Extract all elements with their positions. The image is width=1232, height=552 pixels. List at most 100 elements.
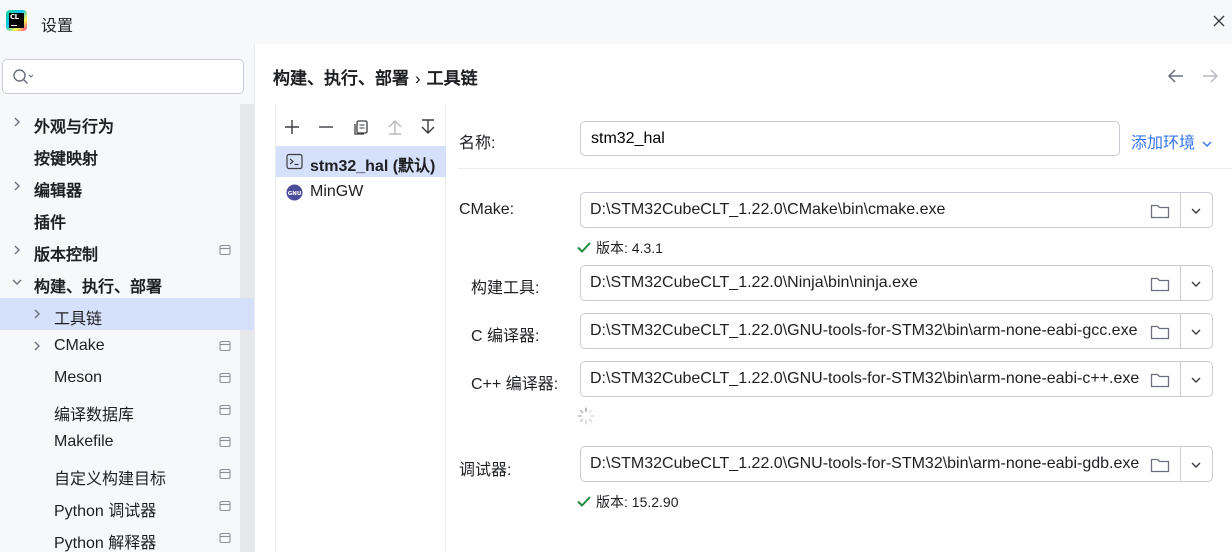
chevron-right-icon[interactable] (10, 115, 24, 129)
cpp-compiler-path-value: D:\STM32CubeCLT_1.22.0\GNU-tools-for-STM… (590, 370, 1140, 387)
c-compiler-path-value: D:\STM32CubeCLT_1.22.0\GNU-tools-for-STM… (590, 322, 1138, 339)
add-icon[interactable] (283, 118, 301, 136)
breadcrumb-parent[interactable]: 构建、执行、部署 (273, 69, 409, 88)
project-level-icon (219, 340, 231, 352)
cmake-version: 版本: 4.3.1 (576, 238, 663, 258)
chevron-down-icon[interactable] (10, 275, 24, 289)
project-level-icon (219, 404, 231, 416)
sidebar-item[interactable]: Python 调试器 (0, 490, 254, 522)
folder-icon[interactable] (1150, 275, 1170, 293)
chevron-down-icon[interactable] (1189, 373, 1203, 387)
cmake-path-combo[interactable]: D:\STM32CubeCLT_1.22.0\CMake\bin\cmake.e… (580, 192, 1213, 228)
sidebar-item-label: 构建、执行、部署 (34, 279, 163, 296)
sidebar-item[interactable]: CMake (0, 330, 254, 362)
folder-icon[interactable] (1150, 456, 1170, 474)
sidebar-item-label: 编辑器 (34, 183, 83, 200)
sidebar-item-label: 插件 (34, 215, 67, 232)
sidebar-item-label: Python 解释器 (54, 535, 157, 552)
combo-separator (1180, 362, 1181, 396)
copy-icon[interactable] (352, 118, 370, 136)
folder-icon[interactable] (1150, 202, 1170, 220)
folder-icon[interactable] (1150, 323, 1170, 341)
back-arrow-icon[interactable] (1166, 66, 1186, 86)
toolchain-name: stm32_hal (默认) (310, 158, 436, 175)
c-compiler-path-combo[interactable]: D:\STM32CubeCLT_1.22.0\GNU-tools-for-STM… (580, 313, 1213, 349)
sidebar-item[interactable]: 插件 (0, 202, 254, 234)
cmake-label: CMake: (459, 201, 515, 218)
breadcrumb-separator: › (415, 69, 421, 88)
c-compiler-label: C 编译器: (471, 328, 540, 345)
toolchain-name: MinGW (310, 183, 364, 200)
chevron-down-icon[interactable] (1189, 204, 1203, 218)
remove-icon[interactable] (317, 118, 335, 136)
chevron-down-icon[interactable] (1189, 458, 1203, 472)
debugger-path-combo[interactable]: D:\STM32CubeCLT_1.22.0\GNU-tools-for-STM… (580, 446, 1213, 482)
add-environment-label: 添加环境 (1131, 135, 1196, 152)
clion-logo-icon: CL (6, 10, 27, 31)
cmake-path-value: D:\STM32CubeCLT_1.22.0\CMake\bin\cmake.e… (590, 201, 946, 218)
chevron-right-icon[interactable] (10, 243, 24, 257)
name-input[interactable] (580, 121, 1120, 156)
sidebar-item-label: 自定义构建目标 (54, 471, 167, 488)
build-tool-label: 构建工具: (471, 280, 540, 297)
toolchains-toolbar (276, 112, 446, 142)
build-tool-path-combo[interactable]: D:\STM32CubeCLT_1.22.0\Ninja\bin\ninja.e… (580, 265, 1213, 301)
chevron-down-icon[interactable] (1189, 277, 1203, 291)
combo-separator (1180, 314, 1181, 348)
forward-arrow-icon[interactable] (1200, 66, 1220, 86)
toolchain-item-mingw[interactable]: GNU MinGW (276, 177, 446, 208)
toolchains-list: stm32_hal (默认) GNU MinGW (276, 146, 446, 208)
folder-icon[interactable] (1150, 371, 1170, 389)
debugger-version: 版本: 15.2.90 (576, 492, 679, 512)
checkmark-icon (577, 496, 591, 507)
window-title: 设置 (41, 18, 74, 35)
combo-separator (1180, 447, 1181, 481)
sidebar-item[interactable]: Makefile (0, 426, 254, 458)
toolchains-panel: stm32_hal (默认) GNU MinGW (275, 104, 446, 552)
close-icon[interactable] (1208, 10, 1230, 32)
move-up-icon[interactable] (386, 118, 404, 136)
sidebar-item-label: Meson (54, 369, 103, 386)
search-input[interactable] (39, 64, 234, 89)
sidebar-item[interactable]: 版本控制 (0, 234, 254, 266)
sidebar-item[interactable]: 自定义构建目标 (0, 458, 254, 490)
sidebar-item-label: CMake (54, 337, 105, 354)
divider (458, 168, 1232, 169)
terminal-icon (286, 153, 303, 170)
settings-sidebar: 外观与行为 按键映射编辑器插件版本控制构建、执行、部署工具链 CMake Meson 编… (0, 44, 255, 552)
debugger-label: 调试器: (459, 462, 512, 479)
project-level-icon (219, 244, 231, 256)
chevron-right-icon[interactable] (30, 307, 44, 321)
build-tool-path-value: D:\STM32CubeCLT_1.22.0\Ninja\bin\ninja.e… (590, 274, 918, 291)
project-level-icon (219, 372, 231, 384)
sidebar-item[interactable]: 按键映射 (0, 138, 254, 170)
chevron-down-icon[interactable] (1189, 325, 1203, 339)
sidebar-item-label: Makefile (54, 433, 114, 450)
sidebar-item[interactable]: Meson (0, 362, 254, 394)
gnu-icon: GNU (286, 184, 303, 201)
settings-tree: 外观与行为 按键映射编辑器插件版本控制构建、执行、部署工具链 CMake Meson 编… (0, 106, 254, 552)
sidebar-item-label: 工具链 (54, 311, 103, 328)
svg-text:GNU: GNU (288, 191, 302, 197)
chevron-down-icon (1202, 141, 1212, 147)
chevron-right-icon[interactable] (10, 179, 24, 193)
project-level-icon (219, 500, 231, 512)
add-environment-link[interactable]: 添加环境 (1131, 129, 1213, 153)
sidebar-item[interactable]: 构建、执行、部署 (0, 266, 254, 298)
move-down-icon[interactable] (419, 118, 437, 136)
toolchain-item-stm32-hal[interactable]: stm32_hal (默认) (276, 146, 446, 177)
sidebar-item[interactable]: 编辑器 (0, 170, 254, 202)
sidebar-item-label: 版本控制 (34, 247, 99, 264)
sidebar-item[interactable]: 工具链 (0, 298, 254, 330)
sidebar-item[interactable]: Python 解释器 (0, 522, 254, 552)
sidebar-item-label: 编译数据库 (54, 407, 135, 424)
search-box[interactable] (2, 59, 244, 94)
cmake-version-text: 版本: 4.3.1 (596, 240, 663, 256)
cpp-compiler-path-combo[interactable]: D:\STM32CubeCLT_1.22.0\GNU-tools-for-STM… (580, 361, 1213, 397)
title-bar: CL 设置 (0, 0, 1232, 44)
debugger-version-text: 版本: 15.2.90 (596, 494, 679, 510)
sidebar-item[interactable]: 编译数据库 (0, 394, 254, 426)
chevron-right-icon[interactable] (30, 339, 44, 353)
name-label: 名称: (459, 135, 496, 152)
sidebar-item[interactable]: 外观与行为 (0, 106, 254, 138)
